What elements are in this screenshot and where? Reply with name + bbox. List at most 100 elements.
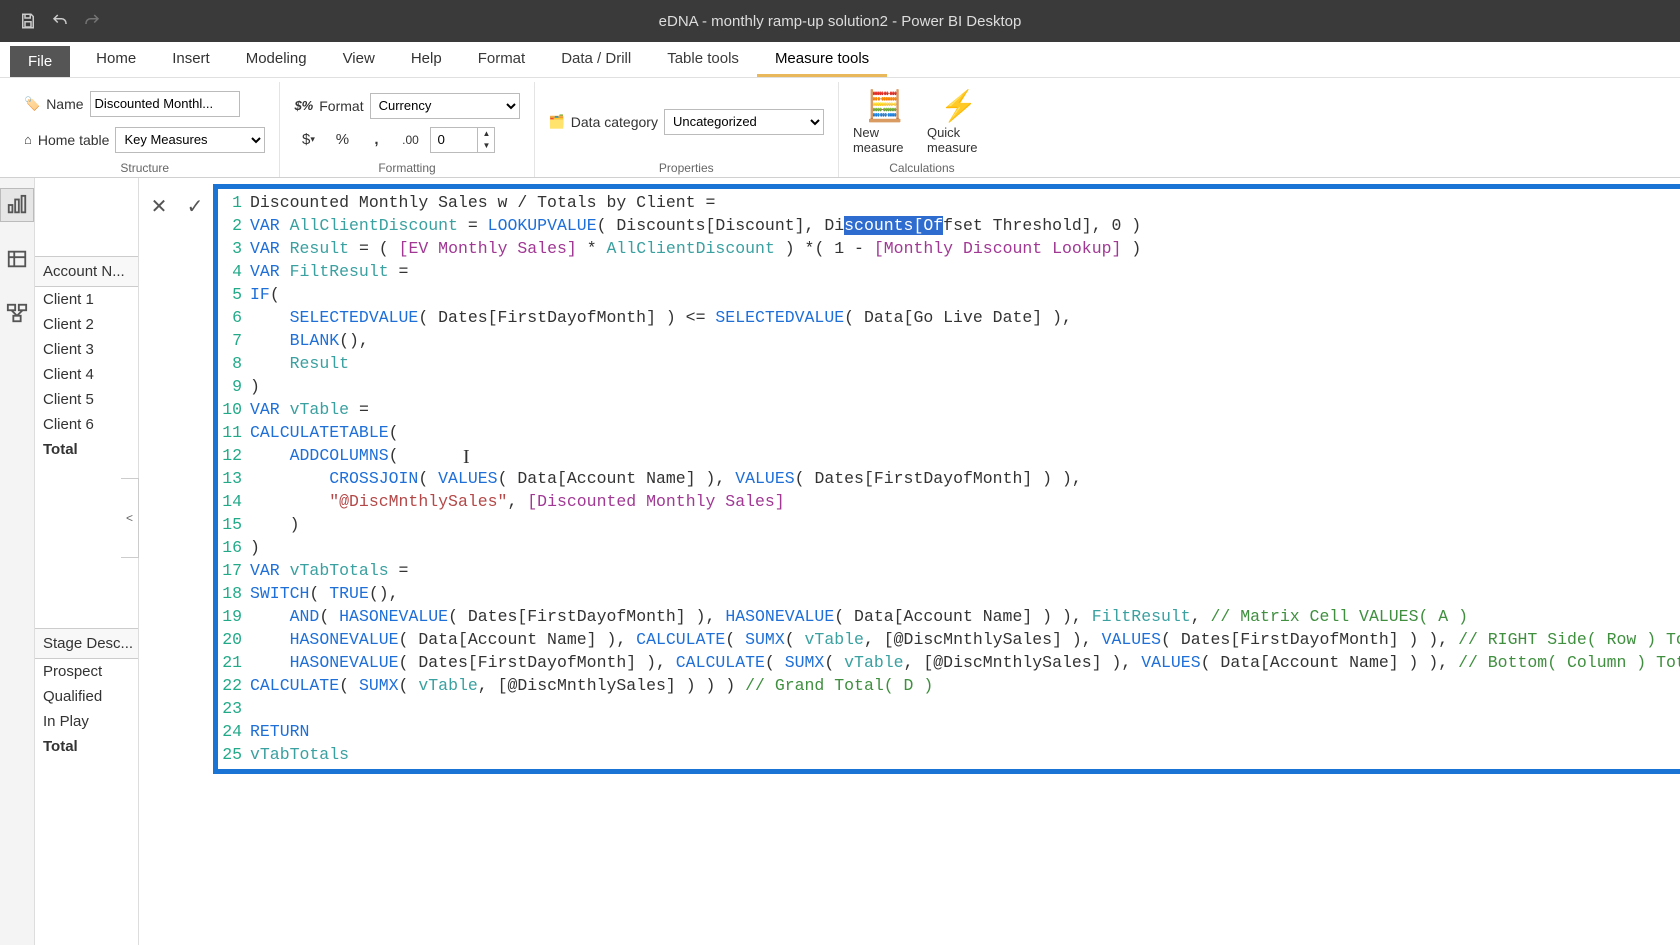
- code-line[interactable]: 17VAR vTabTotals =: [218, 559, 1680, 582]
- code-line[interactable]: 11CALCULATETABLE(: [218, 421, 1680, 444]
- line-number: 22: [218, 674, 250, 697]
- line-number: 3: [218, 237, 250, 260]
- report-view-icon[interactable]: [0, 188, 34, 222]
- ribbon: 🏷️ Name ⌂ Home table Key Measures Struct…: [0, 78, 1680, 178]
- calculator-icon: 🧮: [866, 89, 903, 125]
- model-view-icon[interactable]: [0, 296, 34, 330]
- code-line[interactable]: 10VAR vTable =: [218, 398, 1680, 421]
- line-number: 15: [218, 513, 250, 536]
- tab-view[interactable]: View: [325, 43, 393, 77]
- account-row[interactable]: Client 6: [35, 412, 138, 437]
- format-select[interactable]: Currency: [370, 93, 520, 119]
- cancel-formula-button[interactable]: ✕: [145, 192, 173, 220]
- line-number: 11: [218, 421, 250, 444]
- code-line[interactable]: 12 ADDCOLUMNS(: [218, 444, 1680, 467]
- undo-icon[interactable]: [44, 5, 76, 37]
- decimals-stepper[interactable]: ▲▼: [430, 127, 495, 153]
- line-number: 9: [218, 375, 250, 398]
- decimals-input[interactable]: [431, 128, 477, 152]
- home-table-select[interactable]: Key Measures: [115, 127, 265, 153]
- data-category-icon: 🗂️: [549, 114, 565, 130]
- code-line[interactable]: 2VAR AllClientDiscount = LOOKUPVALUE( Di…: [218, 214, 1680, 237]
- code-line[interactable]: 3VAR Result = ( [EV Monthly Sales] * All…: [218, 237, 1680, 260]
- name-label-icon: 🏷️: [24, 96, 40, 112]
- line-number: 4: [218, 260, 250, 283]
- measure-name-input[interactable]: [90, 91, 240, 117]
- stage-header: Stage Desc...: [35, 628, 138, 659]
- line-number: 6: [218, 306, 250, 329]
- code-line[interactable]: 6 SELECTEDVALUE( Dates[FirstDayofMonth] …: [218, 306, 1680, 329]
- commit-formula-button[interactable]: ✓: [181, 192, 209, 220]
- tab-help[interactable]: Help: [393, 43, 460, 77]
- format-label: Format: [319, 98, 363, 114]
- account-row[interactable]: Client 3: [35, 337, 138, 362]
- account-row[interactable]: Client 2: [35, 312, 138, 337]
- window-title: eDNA - monthly ramp-up solution2 - Power…: [0, 13, 1680, 30]
- code-line[interactable]: 19 AND( HASONEVALUE( Dates[FirstDayofMon…: [218, 605, 1680, 628]
- currency-button[interactable]: $▾: [294, 127, 322, 153]
- calculations-group-label: Calculations: [889, 161, 954, 177]
- side-panel: Account N... Client 1Client 2Client 3Cli…: [35, 178, 139, 945]
- tab-insert[interactable]: Insert: [154, 43, 228, 77]
- stage-row[interactable]: Qualified: [35, 684, 138, 709]
- data-view-icon[interactable]: [0, 242, 34, 276]
- line-number: 7: [218, 329, 250, 352]
- code-line[interactable]: 5IF(: [218, 283, 1680, 306]
- accounts-total: Total: [35, 437, 138, 462]
- code-line[interactable]: 21 HASONEVALUE( Dates[FirstDayofMonth] )…: [218, 651, 1680, 674]
- line-number: 20: [218, 628, 250, 651]
- code-line[interactable]: 7 BLANK(),: [218, 329, 1680, 352]
- code-line[interactable]: 16): [218, 536, 1680, 559]
- decimal-button[interactable]: .00: [396, 127, 424, 153]
- percent-button[interactable]: %: [328, 127, 356, 153]
- file-tab[interactable]: File: [10, 46, 70, 77]
- code-line[interactable]: 18SWITCH( TRUE(),: [218, 582, 1680, 605]
- quick-measure-button[interactable]: ⚡ Quick measure: [927, 89, 991, 155]
- code-line[interactable]: 24RETURN: [218, 720, 1680, 743]
- tab-modeling[interactable]: Modeling: [228, 43, 325, 77]
- code-line[interactable]: 13 CROSSJOIN( VALUES( Data[Account Name]…: [218, 467, 1680, 490]
- main-area: Account N... Client 1Client 2Client 3Cli…: [0, 178, 1680, 945]
- decimals-down[interactable]: ▼: [478, 140, 494, 152]
- tab-home[interactable]: Home: [78, 43, 154, 77]
- title-bar: eDNA - monthly ramp-up solution2 - Power…: [0, 0, 1680, 42]
- line-number: 5: [218, 283, 250, 306]
- code-line[interactable]: 22CALCULATE( SUMX( vTable, [@DiscMnthlyS…: [218, 674, 1680, 697]
- stage-total: Total: [35, 734, 138, 759]
- ribbon-group-properties: 🗂️ Data category Uncategorized Propertie…: [535, 82, 839, 177]
- redo-icon[interactable]: [76, 5, 108, 37]
- code-line[interactable]: 8 Result: [218, 352, 1680, 375]
- code-line[interactable]: 15 ): [218, 513, 1680, 536]
- structure-group-label: Structure: [120, 161, 169, 177]
- view-rail: [0, 178, 35, 945]
- code-line[interactable]: 1Discounted Monthly Sales w / Totals by …: [218, 191, 1680, 214]
- account-row[interactable]: Client 4: [35, 362, 138, 387]
- code-line[interactable]: 20 HASONEVALUE( Data[Account Name] ), CA…: [218, 628, 1680, 651]
- save-icon[interactable]: [12, 5, 44, 37]
- code-line[interactable]: 9): [218, 375, 1680, 398]
- collapse-handle[interactable]: <: [121, 478, 139, 558]
- decimals-up[interactable]: ▲: [478, 128, 494, 140]
- ribbon-group-calculations: 🧮 New measure ⚡ Quick measure Calculatio…: [839, 82, 1005, 177]
- tab-data-drill[interactable]: Data / Drill: [543, 43, 649, 77]
- dax-editor[interactable]: 1Discounted Monthly Sales w / Totals by …: [213, 184, 1680, 774]
- stage-row[interactable]: In Play: [35, 709, 138, 734]
- home-table-label: Home table: [38, 132, 110, 148]
- code-line[interactable]: 4VAR FiltResult =: [218, 260, 1680, 283]
- thousands-button[interactable]: ,: [362, 127, 390, 153]
- tab-format[interactable]: Format: [460, 43, 544, 77]
- code-line[interactable]: 23: [218, 697, 1680, 720]
- code-line[interactable]: 14 "@DiscMnthlySales", [Discounted Month…: [218, 490, 1680, 513]
- code-line[interactable]: 25vTabTotals: [218, 743, 1680, 766]
- stage-row[interactable]: Prospect: [35, 659, 138, 684]
- data-category-select[interactable]: Uncategorized: [664, 109, 824, 135]
- account-row[interactable]: Client 1: [35, 287, 138, 312]
- line-number: 19: [218, 605, 250, 628]
- new-measure-button[interactable]: 🧮 New measure: [853, 89, 917, 155]
- line-number: 23: [218, 697, 250, 720]
- account-row[interactable]: Client 5: [35, 387, 138, 412]
- tab-table-tools[interactable]: Table tools: [649, 43, 757, 77]
- accounts-header: Account N...: [35, 256, 138, 287]
- name-label: Name: [46, 96, 83, 112]
- tab-measure-tools[interactable]: Measure tools: [757, 43, 887, 77]
